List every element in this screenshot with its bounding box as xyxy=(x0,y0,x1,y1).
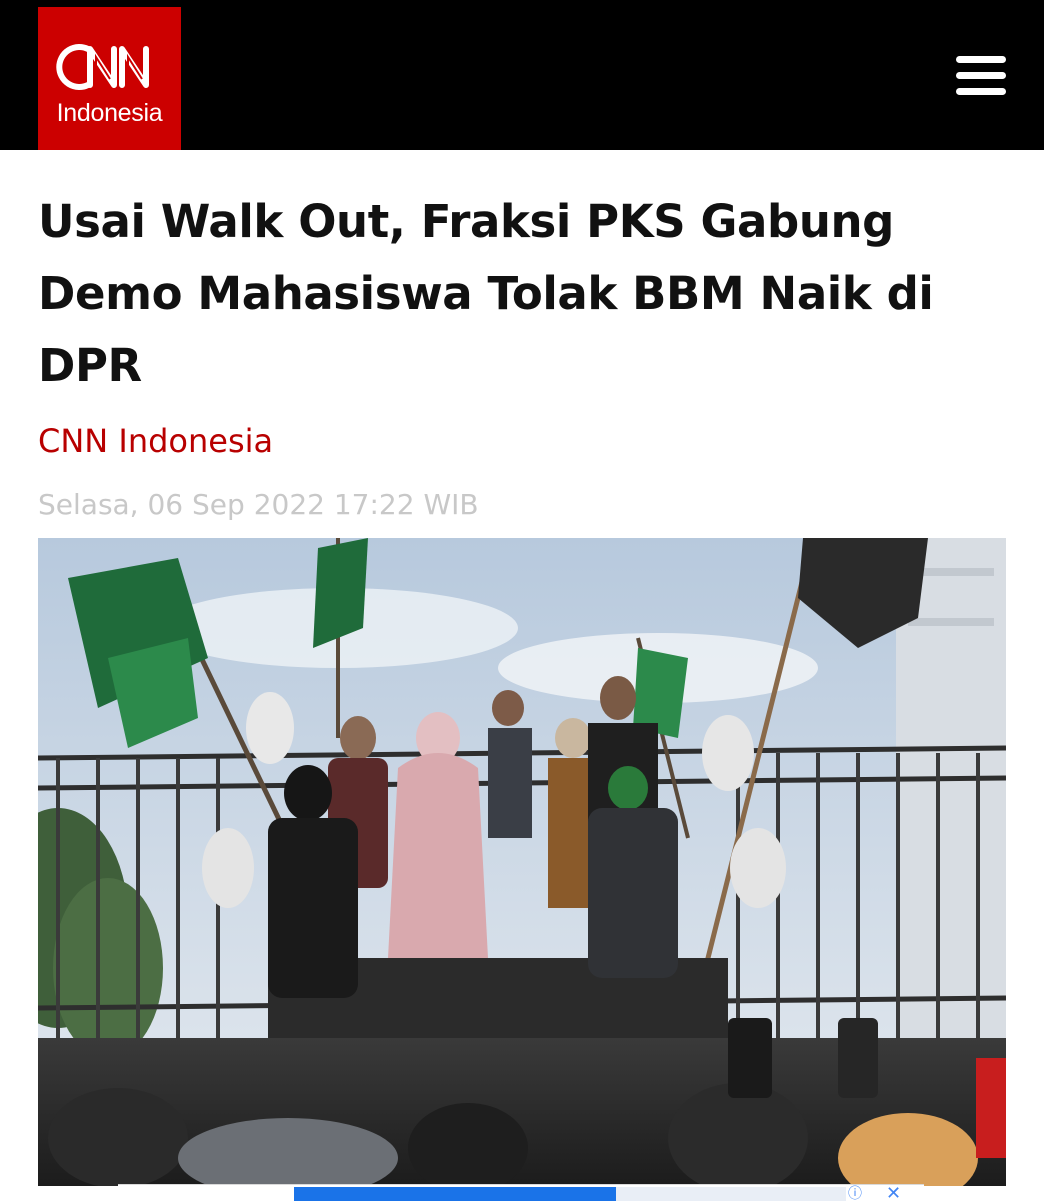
article-source-link[interactable]: CNN Indonesia xyxy=(38,422,273,460)
site-header: Indonesia xyxy=(0,0,1044,150)
menu-line xyxy=(956,56,1006,63)
logo-subtitle: Indonesia xyxy=(56,99,163,127)
article-photo[interactable] xyxy=(38,538,1006,1186)
cnn-logo-mark xyxy=(56,44,149,90)
protest-photo-illustration xyxy=(38,538,1006,1186)
menu-line xyxy=(956,72,1006,79)
ad-creative[interactable] xyxy=(294,1187,616,1201)
cnn-indonesia-logo[interactable]: Indonesia xyxy=(38,7,181,150)
ad-info-icon[interactable]: ⓘ xyxy=(848,1186,870,1201)
hamburger-menu-icon[interactable] xyxy=(952,52,1008,98)
article-date: Selasa, 06 Sep 2022 17:22 WIB xyxy=(38,488,479,521)
menu-line xyxy=(956,88,1006,95)
ad-creative-secondary[interactable] xyxy=(616,1187,846,1201)
ad-banner[interactable]: ⓘ ✕ xyxy=(118,1184,924,1202)
close-icon[interactable]: ✕ xyxy=(886,1184,914,1202)
article-title: Usai Walk Out, Fraksi PKS Gabung Demo Ma… xyxy=(38,195,934,392)
